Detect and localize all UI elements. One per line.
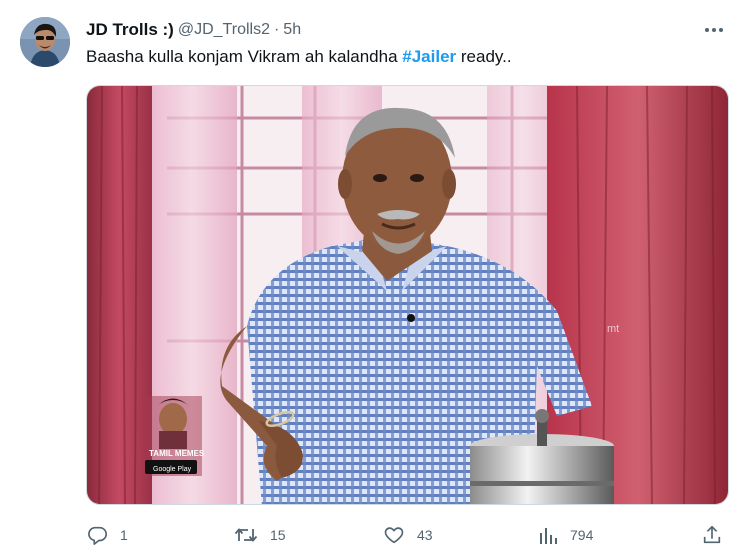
like-button[interactable]: 43 xyxy=(383,522,433,548)
media-watermark: mt xyxy=(607,323,619,335)
tweet-text: Baasha kulla konjam Vikram ah kalandha #… xyxy=(86,47,512,67)
inset-badge: Google Play xyxy=(153,466,192,473)
share-button[interactable] xyxy=(701,522,723,548)
timestamp[interactable]: 5h xyxy=(283,21,301,39)
bar-chart-icon xyxy=(540,528,557,544)
like-count: 43 xyxy=(417,527,433,543)
more-options-button[interactable] xyxy=(700,18,728,42)
tweet-text-after: ready.. xyxy=(456,47,512,66)
tweet-media-image[interactable]: TAMIL MEMES Google Play mt xyxy=(86,85,729,505)
retweet-icon xyxy=(234,528,258,542)
views-count: 794 xyxy=(570,527,594,543)
user-avatar[interactable] xyxy=(20,17,70,67)
retweet-count: 15 xyxy=(270,527,286,543)
hashtag-link[interactable]: #Jailer xyxy=(402,47,456,66)
inset-caption: TAMIL MEMES xyxy=(149,449,205,458)
user-handle[interactable]: @JD_Trolls2 xyxy=(178,21,270,39)
inset-watermark-logo xyxy=(145,396,202,476)
tweet-actions-bar: 1 15 43 794 xyxy=(86,522,729,548)
share-upload-icon xyxy=(703,525,721,544)
retweet-button[interactable]: 15 xyxy=(234,522,286,548)
views-button[interactable]: 794 xyxy=(538,522,593,548)
separator-dot: · xyxy=(273,21,280,38)
tweet-header: JD Trolls :) @JD_Trolls2 · 5h xyxy=(86,18,728,42)
tweet-text-before: Baasha kulla konjam Vikram ah kalandha xyxy=(86,47,403,66)
display-name[interactable]: JD Trolls :) xyxy=(86,20,174,40)
reply-bubble-icon xyxy=(88,526,107,545)
more-horizontal-icon xyxy=(705,28,723,32)
reply-button[interactable]: 1 xyxy=(86,522,128,548)
reply-count: 1 xyxy=(120,527,128,543)
heart-icon xyxy=(384,527,404,544)
